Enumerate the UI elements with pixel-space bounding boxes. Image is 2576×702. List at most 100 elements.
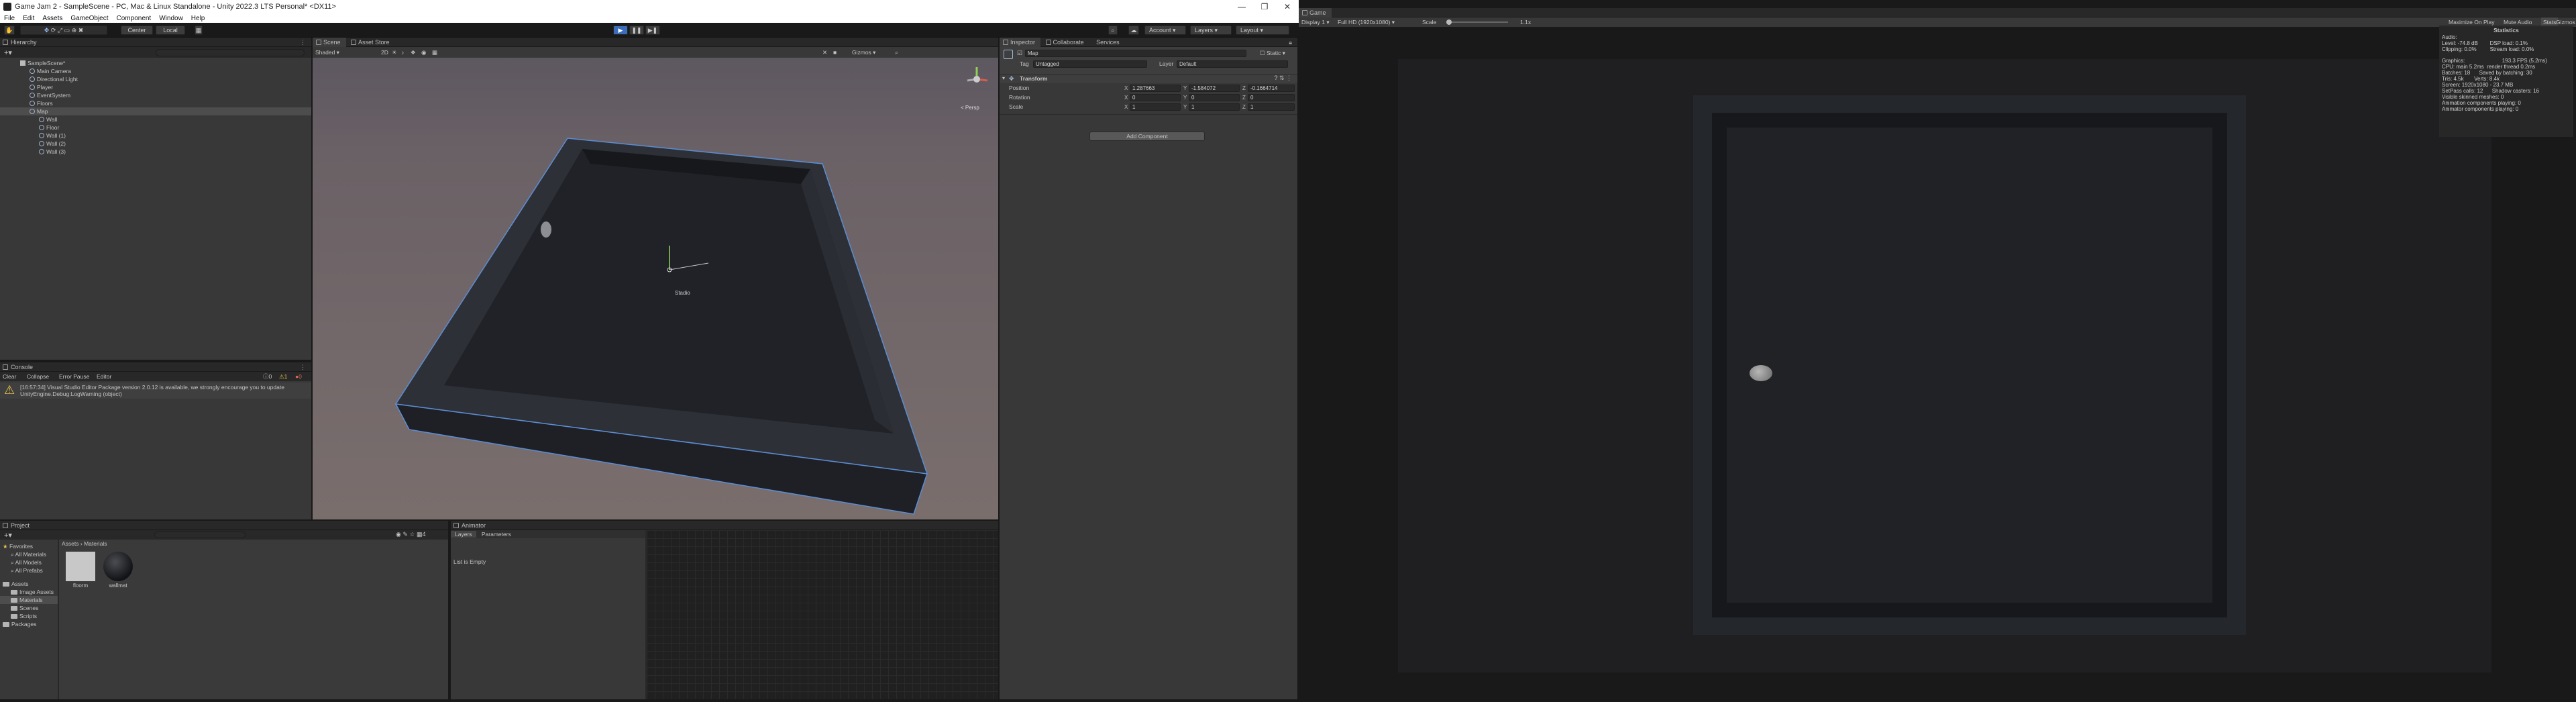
folder-scenes[interactable]: Scenes (0, 604, 58, 612)
project-filter-icons[interactable]: ◉ ✎ ☆ ▦4 (396, 531, 425, 538)
tab-scene[interactable]: Scene (313, 38, 346, 47)
breadcrumb-materials[interactable]: Materials (84, 540, 107, 547)
panel-menu-icon[interactable]: ⋮ (300, 38, 306, 47)
hierarchy-item-wall-1[interactable]: Wall (1) (0, 132, 311, 140)
favorite-all-models[interactable]: ⌕ All Models (0, 558, 58, 566)
tools-icon[interactable]: ✕ (822, 47, 827, 58)
position-y-field[interactable]: -1.584072 (1189, 85, 1240, 92)
audio-toggle-icon[interactable]: ♪ (401, 47, 404, 58)
hierarchy-item-scene[interactable]: SampleScene* (0, 59, 311, 67)
hierarchy-item-eventsystem[interactable]: EventSystem (0, 91, 311, 99)
search-icon[interactable]: ⌕ (1108, 26, 1118, 35)
snap-button[interactable]: ▦ (195, 26, 203, 35)
hierarchy-item-map[interactable]: Map (0, 107, 311, 115)
game-viewport[interactable] (1398, 59, 2491, 672)
tab-layers[interactable]: Layers (451, 531, 476, 538)
hierarchy-item-directional-light[interactable]: Directional Light (0, 75, 311, 83)
hierarchy-item-wall-3[interactable]: Wall (3) (0, 148, 311, 156)
tab-services[interactable]: Services (1091, 38, 1125, 47)
menu-edit[interactable]: Edit (23, 15, 34, 22)
info-count-badge[interactable]: ⓘ0 (263, 372, 272, 381)
hidden-objects-icon[interactable]: ◉ (421, 47, 426, 58)
account-dropdown[interactable]: Account ▾ (1144, 26, 1186, 35)
close-button[interactable]: ✕ (1276, 0, 1299, 13)
project-search-input[interactable] (154, 532, 246, 538)
effects-toggle-icon[interactable]: ❖ (411, 47, 416, 58)
foldout-arrow-icon[interactable]: ▾ (1002, 75, 1005, 81)
hierarchy-item-wall[interactable]: Wall (0, 115, 311, 123)
layout-dropdown[interactable]: Layout ▾ (1236, 26, 1289, 35)
rotate-tool-icon[interactable]: ⟳ (51, 27, 56, 34)
2d-toggle[interactable]: 2D (381, 47, 388, 58)
favorites-header[interactable]: ★ Favorites (0, 542, 58, 550)
add-component-button[interactable]: Add Component (1089, 132, 1205, 141)
component-menu-icon[interactable]: ? ⇅ ⋮ (1274, 74, 1292, 82)
console-tab[interactable]: Console ⋮ (0, 362, 311, 372)
hierarchy-item-wall-2[interactable]: Wall (2) (0, 140, 311, 148)
console-clear-button[interactable]: Clear (3, 372, 16, 381)
project-tab[interactable]: Project (0, 521, 448, 530)
gizmos-dropdown[interactable]: Gizmos ▾ (852, 47, 875, 58)
panel-menu-icon[interactable]: ⋮ (300, 362, 306, 372)
menu-component[interactable]: Component (117, 15, 152, 22)
folder-scripts[interactable]: Scripts (0, 612, 58, 620)
scale-x-field[interactable]: 1 (1130, 103, 1181, 111)
error-count-badge[interactable]: ●0 (295, 372, 302, 381)
custom-tool-icon[interactable]: ✖ (78, 27, 84, 34)
transform-tool-icon[interactable]: ⊕ (72, 27, 77, 34)
active-checkbox[interactable]: ☑ (1017, 50, 1022, 57)
layer-dropdown[interactable]: Default (1177, 60, 1288, 68)
console-collapse-button[interactable]: Collapse (27, 372, 49, 381)
lighting-toggle-icon[interactable]: ☀ (392, 47, 397, 58)
orientation-gizmo[interactable] (962, 64, 991, 94)
scene-search-icon[interactable]: ⌕ (895, 47, 898, 58)
create-plus-icon[interactable]: +▾ (4, 531, 12, 540)
menu-help[interactable]: Help (191, 15, 205, 22)
display-dropdown[interactable]: Display 1 ▾ (1301, 17, 1330, 27)
shading-dropdown[interactable]: Shaded ▾ (315, 47, 339, 58)
object-name-field[interactable]: Map (1025, 50, 1246, 57)
menu-assets[interactable]: Assets (42, 15, 62, 22)
grid-toggle-icon[interactable]: ▦ (432, 47, 437, 58)
hierarchy-item-floors[interactable]: Floors (0, 99, 311, 107)
tab-parameters[interactable]: Parameters (478, 531, 515, 538)
menu-file[interactable]: File (4, 15, 15, 22)
lock-icon[interactable]: 🔒︎ (1289, 38, 1292, 47)
folder-materials[interactable]: Materials (0, 596, 58, 604)
tab-inspector[interactable]: Inspector (1000, 38, 1041, 47)
scale-slider-thumb[interactable] (1446, 19, 1452, 25)
tab-game[interactable]: Game (1299, 8, 1332, 17)
resolution-dropdown[interactable]: Full HD (1920x1080) ▾ (1338, 17, 1395, 27)
play-button[interactable]: ▶ (613, 26, 628, 35)
scale-z-field[interactable]: 1 (1248, 103, 1295, 111)
create-plus-icon[interactable]: +▾ (4, 48, 12, 57)
minimize-button[interactable]: — (1230, 0, 1253, 13)
animator-tab[interactable]: Animator (451, 521, 998, 530)
move-tool-icon[interactable]: ✥ (44, 27, 50, 34)
console-error-pause-button[interactable]: Error Pause (59, 372, 89, 381)
tab-asset-store[interactable]: Asset Store (347, 38, 395, 47)
pivot-center-button[interactable]: Center (121, 26, 153, 35)
folder-image-assets[interactable]: Image Assets (0, 588, 58, 596)
warning-count-badge[interactable]: ⚠1 (279, 372, 287, 381)
hierarchy-item-player[interactable]: Player (0, 83, 311, 91)
rect-tool-icon[interactable]: ▭ (64, 27, 70, 34)
static-toggle[interactable]: ☐ Static ▾ (1260, 50, 1285, 57)
scale-tool-icon[interactable]: ⤢ (58, 27, 62, 34)
rotation-x-field[interactable]: 0 (1130, 94, 1181, 101)
rotation-y-field[interactable]: 0 (1189, 94, 1240, 101)
asset-floorm[interactable]: floorm (66, 552, 95, 589)
maximize-button[interactable]: ❐ (1253, 0, 1276, 13)
transform-header[interactable]: ▾ ✥ Transform ? ⇅ ⋮ (1000, 74, 1297, 83)
camera-icon[interactable]: ■ (833, 47, 837, 58)
asset-wallmat[interactable]: wallmat (103, 552, 133, 589)
tab-collaborate[interactable]: Collaborate (1042, 38, 1089, 47)
pause-button[interactable]: ❚❚ (629, 26, 644, 35)
cloud-icon[interactable]: ☁ (1128, 26, 1139, 35)
menu-window[interactable]: Window (159, 15, 183, 22)
animator-graph[interactable] (647, 530, 998, 699)
persp-label[interactable]: < Persp (961, 105, 979, 111)
layers-dropdown[interactable]: Layers ▾ (1190, 26, 1232, 35)
pivot-local-button[interactable]: Local (156, 26, 185, 35)
tag-dropdown[interactable]: Untagged (1033, 60, 1147, 68)
